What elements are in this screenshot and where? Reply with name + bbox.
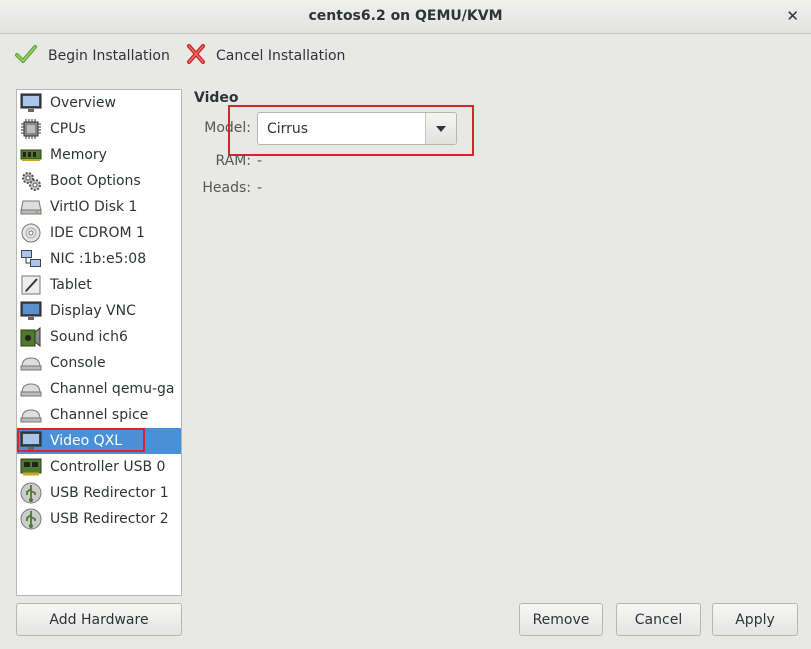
begin-installation-label: Begin Installation: [48, 48, 170, 64]
sidebar-item-overview[interactable]: Overview: [17, 90, 181, 116]
sidebar-item-usb-redirector-1[interactable]: USB Redirector 1: [17, 480, 181, 506]
begin-installation-button[interactable]: Begin Installation: [14, 44, 170, 68]
usb-icon: [20, 508, 42, 530]
memory-icon: [20, 144, 42, 166]
sidebar-item-cpus[interactable]: CPUs: [17, 116, 181, 142]
toolbar: Begin Installation Cancel Installation: [0, 34, 811, 82]
tablet-icon: [20, 274, 42, 296]
heads-value: -: [257, 180, 263, 196]
cancel-installation-button[interactable]: Cancel Installation: [186, 44, 345, 68]
title-bar: centos6.2 on QEMU/KVM ✕: [0, 0, 811, 34]
section-title-video: Video: [194, 90, 239, 106]
cancel-x-icon: [186, 43, 206, 69]
usb-icon: [20, 482, 42, 504]
sidebar-item-controller-usb-0[interactable]: Controller USB 0: [17, 454, 181, 480]
close-icon[interactable]: ✕: [786, 7, 799, 25]
ram-value: -: [257, 153, 263, 169]
cancel-installation-label: Cancel Installation: [216, 48, 346, 64]
sidebar-item-channel-qemu-ga[interactable]: Channel qemu-ga: [17, 376, 181, 402]
sidebar-item-tablet[interactable]: Tablet: [17, 272, 181, 298]
cdrom-icon: [20, 222, 42, 244]
cancel-button[interactable]: Cancel: [616, 603, 701, 636]
sidebar-item-virtio-disk-1[interactable]: VirtIO Disk 1: [17, 194, 181, 220]
chevron-down-icon[interactable]: [425, 113, 456, 144]
hardware-list: Overview CPUs Memory Boot Options VirtIO…: [16, 89, 182, 596]
apply-button[interactable]: Apply: [712, 603, 798, 636]
sidebar-item-video-qxl[interactable]: Video QXL: [17, 428, 181, 454]
ram-label: RAM:: [215, 153, 251, 169]
sidebar-item-boot-options[interactable]: Boot Options: [17, 168, 181, 194]
add-hardware-button[interactable]: Add Hardware: [16, 603, 182, 636]
sound-card-icon: [20, 326, 42, 348]
window-title: centos6.2 on QEMU/KVM: [308, 8, 503, 24]
cpu-icon: [20, 118, 42, 140]
model-label: Model:: [204, 120, 251, 136]
sidebar-item-nic[interactable]: NIC :1b:e5:08: [17, 246, 181, 272]
sidebar-item-display-vnc[interactable]: Display VNC: [17, 298, 181, 324]
network-icon: [20, 248, 42, 270]
sidebar-item-channel-spice[interactable]: Channel spice: [17, 402, 181, 428]
serial-icon: [20, 404, 42, 426]
disk-icon: [20, 196, 42, 218]
heads-label: Heads:: [202, 180, 251, 196]
gears-icon: [20, 170, 42, 192]
display-icon: [20, 300, 42, 322]
sidebar-item-usb-redirector-2[interactable]: USB Redirector 2: [17, 506, 181, 532]
monitor-icon: [20, 92, 42, 114]
pci-card-icon: [20, 456, 42, 478]
serial-icon: [20, 352, 42, 374]
serial-icon: [20, 378, 42, 400]
monitor-icon: [20, 430, 42, 452]
sidebar-item-memory[interactable]: Memory: [17, 142, 181, 168]
checkmark-icon: [14, 42, 38, 70]
model-dropdown[interactable]: Cirrus: [257, 112, 457, 145]
model-value: Cirrus: [267, 120, 309, 137]
sidebar-item-ide-cdrom-1[interactable]: IDE CDROM 1: [17, 220, 181, 246]
sidebar-item-console[interactable]: Console: [17, 350, 181, 376]
remove-button[interactable]: Remove: [519, 603, 603, 636]
sidebar-item-sound-ich6[interactable]: Sound ich6: [17, 324, 181, 350]
